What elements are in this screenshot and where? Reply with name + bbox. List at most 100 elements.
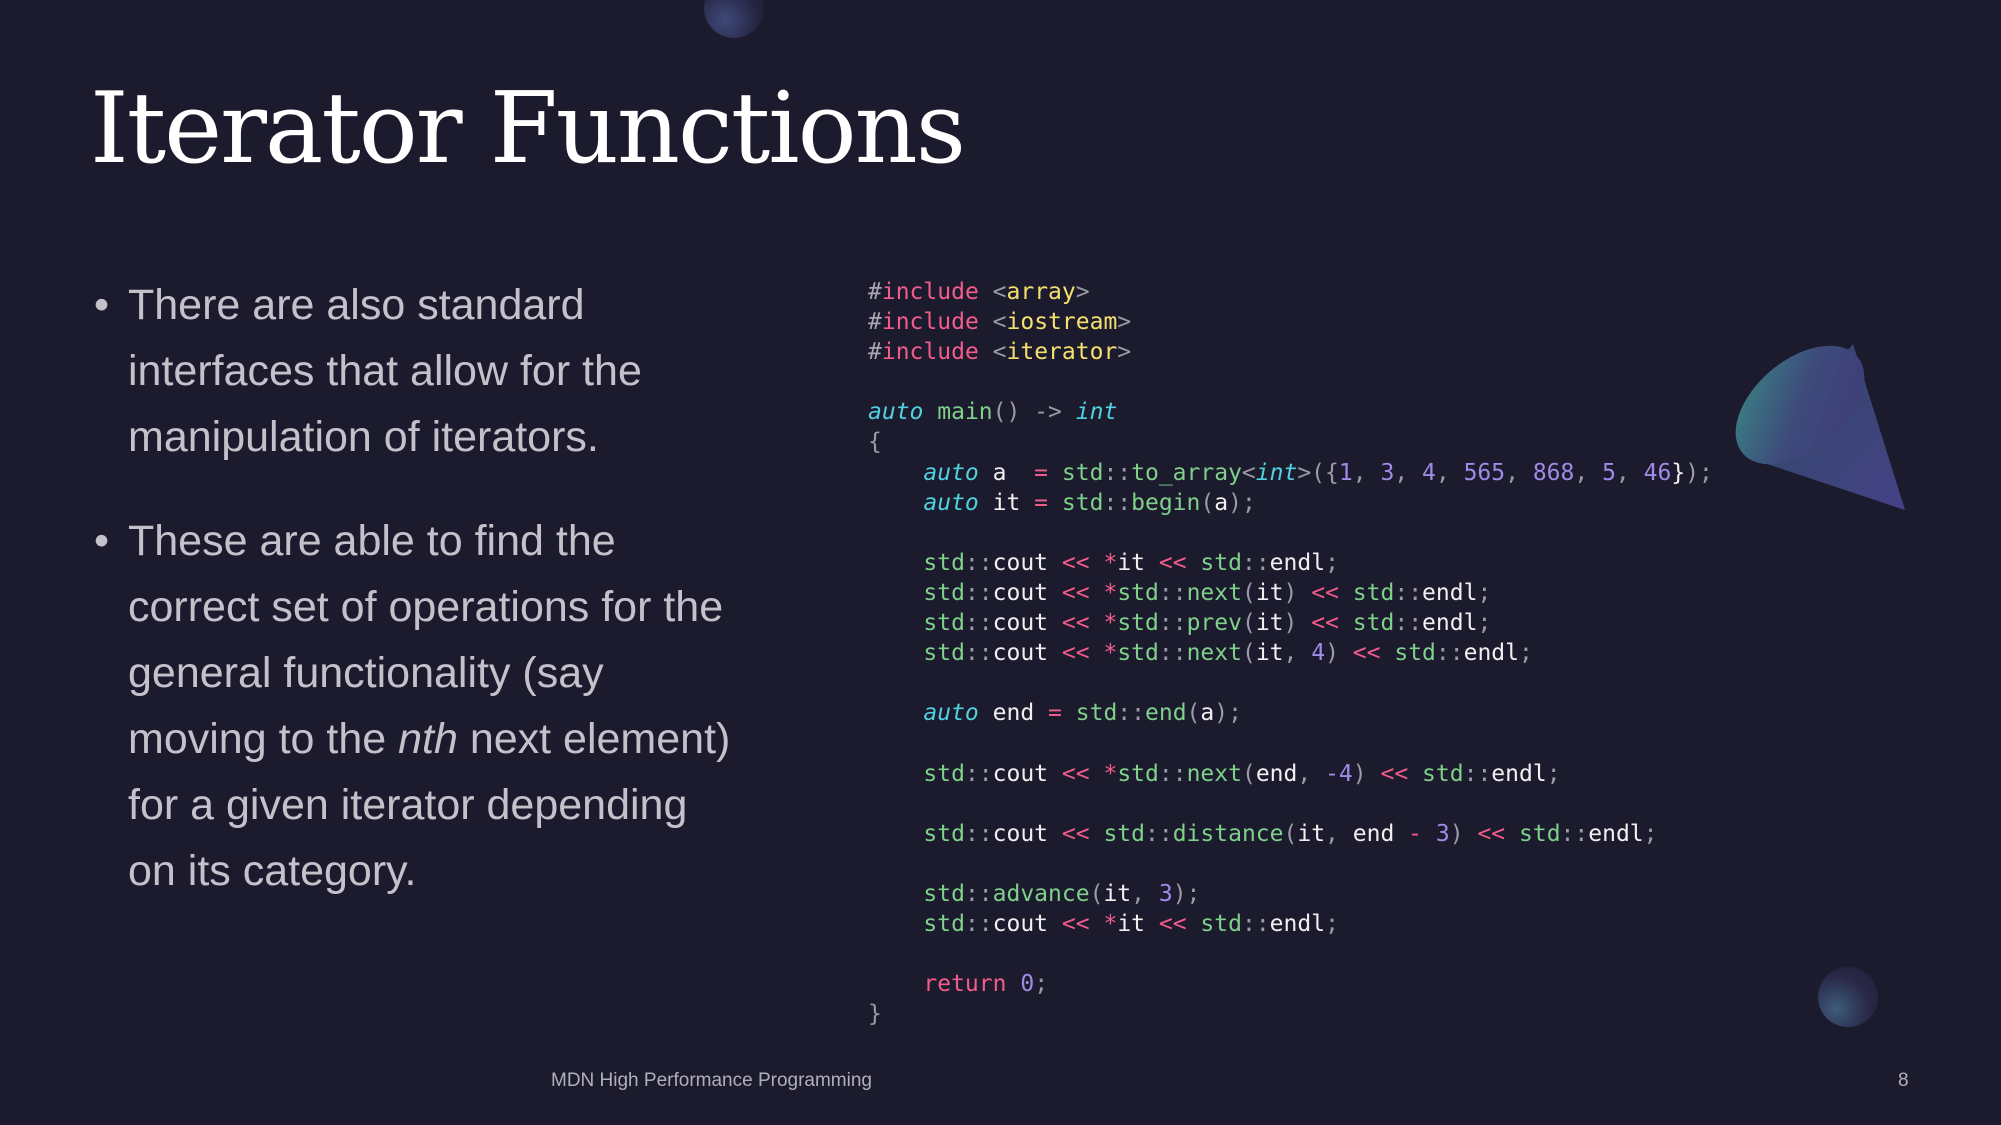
code-token: * (1103, 910, 1118, 937)
code-token: :: (1158, 579, 1187, 606)
code-token: std (923, 579, 965, 606)
code-token: << (1380, 760, 1409, 787)
code-token: endl (1422, 579, 1478, 606)
code-token: std (1061, 489, 1104, 516)
code-token: it (1255, 579, 1284, 606)
code-token: ) (1325, 640, 1339, 667)
code-token: end (978, 700, 1049, 727)
code-token: 868 (1532, 459, 1575, 486)
code-token: std (1117, 579, 1159, 606)
code-token: begin (1131, 489, 1201, 516)
code-token: > (1117, 339, 1132, 366)
code-line: { (868, 427, 1713, 457)
code-token: ) (1352, 760, 1367, 787)
code-token: ; (1034, 971, 1049, 998)
code-token: endl (1491, 760, 1547, 787)
code-token: std (1352, 579, 1395, 606)
code-token: it (1117, 910, 1159, 937)
code-token: :: (1241, 910, 1270, 937)
code-line: auto it = std::begin(a); (868, 488, 1713, 518)
code-token: auto (923, 700, 979, 727)
code-token: cout (992, 549, 1062, 576)
code-token: >({ (1297, 459, 1339, 486)
code-token: , (1505, 459, 1533, 486)
code-token: it (1255, 640, 1284, 667)
code-token: std (1103, 820, 1145, 847)
code-token: :: (1394, 610, 1423, 637)
code-token: # (868, 339, 882, 366)
code-token: 3 (1158, 880, 1173, 907)
code-token: std (923, 910, 965, 937)
code-token: = (1034, 489, 1049, 516)
code-token: , (1352, 459, 1381, 486)
code-line: auto main() -> int (868, 397, 1713, 427)
code-token: include (881, 309, 979, 336)
code-token: a (1200, 700, 1215, 727)
code-token: next (1186, 640, 1242, 667)
code-token: std (1200, 910, 1242, 937)
code-line: } (868, 999, 1713, 1029)
code-token: :: (1103, 459, 1132, 486)
code-token: main (937, 399, 993, 426)
code-token: , (1131, 880, 1159, 907)
code-token: < (992, 339, 1007, 366)
code-token: # (868, 309, 882, 336)
code-token: iterator (1006, 339, 1118, 366)
code-token: cout (992, 579, 1062, 606)
code-line: std::cout << std::distance(it, end - 3) … (868, 819, 1713, 849)
code-line: std::cout << *std::prev(it) << std::endl… (868, 608, 1713, 638)
code-token: :: (1435, 640, 1464, 667)
emphasis-text: nth (398, 715, 458, 763)
code-token: * (1103, 549, 1118, 576)
code-token: std (1200, 549, 1242, 576)
code-token: a (978, 459, 1035, 486)
code-token: ( (1200, 489, 1215, 516)
code-token: , (1394, 459, 1422, 486)
code-token: :: (1394, 579, 1423, 606)
code-token: 0 (1020, 971, 1035, 998)
code-token: << (1311, 579, 1339, 606)
code-token: distance (1172, 820, 1284, 847)
code-token: ) (1283, 610, 1298, 637)
code-token: std (1117, 760, 1159, 787)
code-token: a (1214, 489, 1229, 516)
code-token: endl (1588, 820, 1644, 847)
code-token: ( (1241, 760, 1256, 787)
code-token: # (868, 279, 882, 305)
code-token: << (1352, 640, 1381, 667)
code-token: prev (1186, 610, 1242, 637)
code-token: { (868, 429, 882, 456)
code-token: 5 (1602, 459, 1616, 486)
bullet-item: • These are able to find the correct set … (94, 508, 738, 904)
code-block: #include <array> #include <iostream> #incl… (868, 277, 1713, 1029)
code-token: :: (964, 760, 993, 787)
code-token: std (923, 820, 965, 847)
code-token: include (881, 339, 979, 366)
code-token: :: (964, 610, 993, 637)
code-line: std::cout << *it << std::endl; (868, 909, 1713, 939)
code-token: > (1075, 279, 1090, 305)
code-token: :: (1560, 820, 1589, 847)
code-token: std (923, 880, 965, 907)
